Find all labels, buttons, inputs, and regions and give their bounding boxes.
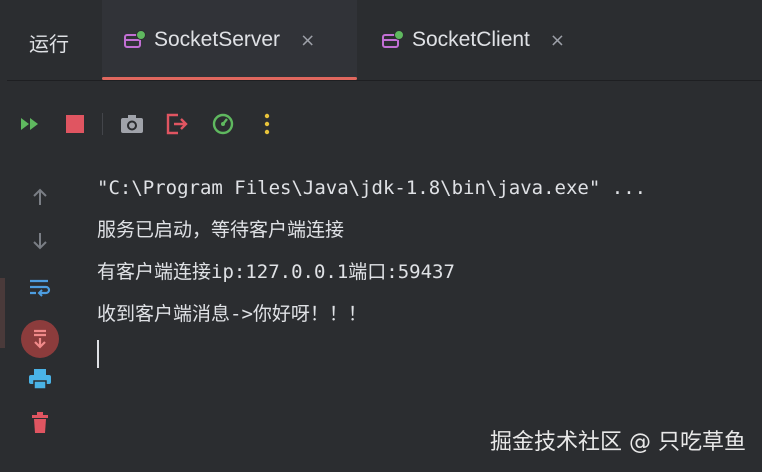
console-output[interactable]: "C:\Program Files\Java\jdk-1.8\bin\java.… (97, 170, 747, 338)
down-arrow-icon[interactable] (27, 228, 53, 254)
exit-icon[interactable] (164, 111, 190, 137)
active-tab-underline (102, 77, 357, 80)
console-line: 服务已启动，等待客户端连接 (97, 219, 345, 241)
tab-label: SocketClient (412, 28, 530, 51)
scroll-to-end-icon[interactable] (21, 320, 59, 358)
run-config-icon (382, 30, 404, 49)
stop-icon[interactable] (62, 111, 88, 137)
profiler-icon[interactable] (210, 111, 236, 137)
console-line: 有客户端连接ip:127.0.0.1端口:59437 (97, 261, 455, 283)
rerun-icon[interactable] (17, 111, 43, 137)
run-toolbar (7, 103, 762, 145)
more-icon[interactable] (254, 111, 280, 137)
tab-socketserver[interactable]: SocketServer × (102, 0, 357, 80)
screenshot-icon[interactable] (119, 111, 145, 137)
console-side-toolbar (7, 170, 77, 460)
soft-wrap-icon[interactable] (27, 274, 53, 300)
run-config-icon (124, 30, 146, 49)
toolbar-separator (102, 113, 103, 135)
close-icon[interactable]: × (300, 30, 315, 51)
trash-icon[interactable] (27, 410, 53, 436)
left-edge-marker (0, 278, 5, 348)
left-edge-strip (0, 0, 7, 472)
console-line: 收到客户端消息->你好呀！！！ (97, 303, 367, 325)
console-line: "C:\Program Files\Java\jdk-1.8\bin\java.… (97, 177, 647, 199)
tab-socketclient[interactable]: SocketClient × (382, 0, 602, 80)
print-icon[interactable] (27, 366, 53, 392)
run-tool-window-title: 运行 (29, 32, 69, 56)
close-icon[interactable]: × (550, 30, 565, 51)
text-caret (97, 340, 99, 368)
up-arrow-icon[interactable] (27, 184, 53, 210)
run-tool-window-tabbar: 运行 SocketServer × SocketClient × (7, 0, 762, 81)
tab-label: SocketServer (154, 28, 281, 51)
watermark: 掘金技术社区 @ 只吃草鱼 (490, 430, 746, 455)
